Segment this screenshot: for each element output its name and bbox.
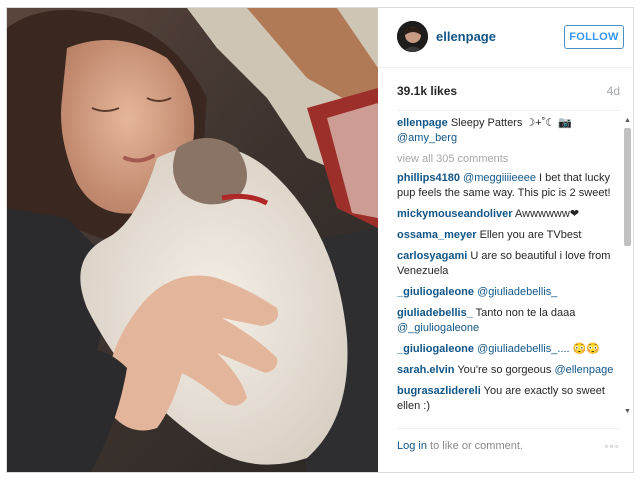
comment-item: _giuliogaleone @giuliadebellis_.... 😳😳 xyxy=(397,342,617,357)
comment-username[interactable]: _giuliogaleone xyxy=(397,286,474,298)
avatar-image xyxy=(397,21,428,52)
comment-text: Awwwwww❤ xyxy=(515,208,580,220)
login-prompt-text: to like or comment. xyxy=(426,440,523,452)
comment-item: carlosyagami U are so beautiful i love f… xyxy=(397,249,617,279)
comment-item: bugrasazlidereli You are exactly so swee… xyxy=(397,384,617,414)
likes-count[interactable]: 39.1k likes xyxy=(397,84,457,98)
follow-button[interactable]: FOLLOW xyxy=(564,25,624,49)
comment-username[interactable]: phillips4180 xyxy=(397,172,460,184)
comment-username[interactable]: sarah.elvin xyxy=(397,364,454,376)
user-avatar[interactable] xyxy=(397,21,428,52)
caption: ellenpage Sleepy Patters ☽+˚☾ 📷 @amy_ber… xyxy=(397,116,617,146)
post-footer: Log in to like or comment. ◦◦◦ xyxy=(397,428,620,463)
post-age: 4d xyxy=(606,84,620,98)
comment-item: phillips4180 @meggiiiieeee I bet that lu… xyxy=(397,171,617,201)
comment-text: Ellen you are TVbest xyxy=(479,229,582,241)
view-all-comments-link[interactable]: view all 305 comments xyxy=(397,152,617,167)
comment-mention[interactable]: @meggiiiieeee xyxy=(463,172,536,184)
scrollbar-thumb[interactable] xyxy=(624,128,631,246)
comment-username[interactable]: _giuliogaleone xyxy=(397,343,474,355)
comment-mention[interactable]: @ellenpage xyxy=(554,364,613,376)
comment-text: You're so gorgeous xyxy=(457,364,552,376)
post-stats: 39.1k likes 4d xyxy=(397,76,620,111)
comment-text: Tanto non te la daaa xyxy=(475,307,576,319)
comment-item: ossama_meyer Ellen you are TVbest xyxy=(397,228,617,243)
comment-mention[interactable]: @giuliadebellis_ xyxy=(477,286,557,298)
comments-scrollbar[interactable]: ▲ ▼ xyxy=(623,116,632,416)
more-options-icon[interactable]: ◦◦◦ xyxy=(604,439,620,453)
instagram-post: ellenpage FOLLOW 39.1k likes 4d ellenpag… xyxy=(6,7,634,473)
comment-item: giuliadebellis_ Tanto non te la daaa @_g… xyxy=(397,306,617,336)
comment-username[interactable]: carlosyagami xyxy=(397,250,467,262)
comments-list: ellenpage Sleepy Patters ☽+˚☾ 📷 @amy_ber… xyxy=(397,116,617,416)
caption-text: Sleepy Patters ☽+˚☾ 📷 xyxy=(450,117,572,129)
post-username[interactable]: ellenpage xyxy=(436,29,496,44)
comment-username[interactable]: mickymouseandoliver xyxy=(397,208,513,220)
post-photo-image xyxy=(7,8,378,472)
comment-username[interactable]: ossama_meyer xyxy=(397,229,477,241)
comment-item: sarah.elvin You're so gorgeous @ellenpag… xyxy=(397,363,617,378)
post-photo[interactable] xyxy=(7,8,378,472)
comment-username[interactable]: bugrasazlidereli xyxy=(397,385,481,397)
login-link[interactable]: Log in xyxy=(397,440,427,452)
comment-mention[interactable]: @_giuliogaleone xyxy=(397,322,479,334)
comment-item: _giuliogaleone @giuliadebellis_ xyxy=(397,285,617,300)
caption-mention[interactable]: @amy_berg xyxy=(397,132,457,144)
scroll-down-icon[interactable]: ▼ xyxy=(623,407,632,416)
login-prompt: Log in to like or comment. xyxy=(397,440,523,452)
comment-item: mickymouseandoliver Awwwwww❤ xyxy=(397,207,617,222)
scroll-up-icon[interactable]: ▲ xyxy=(623,116,632,125)
post-sidebar: ellenpage FOLLOW 39.1k likes 4d ellenpag… xyxy=(379,8,633,472)
post-header: ellenpage FOLLOW xyxy=(379,8,633,68)
comment-mention[interactable]: @giuliadebellis_.... xyxy=(477,343,570,355)
comment-text: 😳😳 xyxy=(572,343,601,355)
comment-username[interactable]: giuliadebellis_ xyxy=(397,307,473,319)
caption-username[interactable]: ellenpage xyxy=(397,117,448,129)
